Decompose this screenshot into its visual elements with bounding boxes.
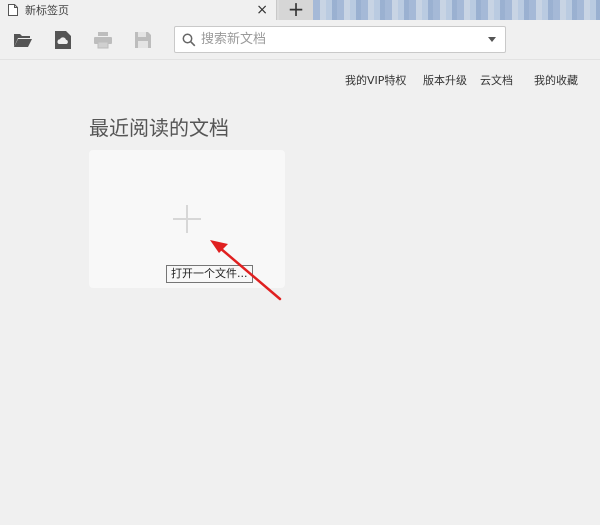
top-links: 我的VIP特权 版本升级 云文档 我的收藏 <box>0 72 600 88</box>
link-vip-privileges[interactable]: 我的VIP特权 <box>345 72 406 88</box>
blurred-background <box>313 0 600 20</box>
new-tab-button[interactable]: + <box>279 0 313 20</box>
link-version-upgrade[interactable]: 版本升级 <box>423 72 467 88</box>
search-box <box>174 26 506 53</box>
folder-open-icon <box>14 34 32 47</box>
tab-bar: 新标签页 × + <box>0 0 600 20</box>
cloud-file-button[interactable] <box>52 29 74 51</box>
document-icon <box>8 4 18 16</box>
print-button[interactable] <box>92 29 114 51</box>
close-tab-icon[interactable]: × <box>256 1 268 19</box>
save-icon <box>135 32 151 48</box>
open-file-tooltip: 打开一个文件... <box>166 265 253 283</box>
link-cloud-documents[interactable]: 云文档 <box>480 72 513 88</box>
cloud-upload-icon <box>55 31 71 49</box>
toolbar <box>0 20 600 60</box>
link-my-favorites[interactable]: 我的收藏 <box>534 72 578 88</box>
save-button[interactable] <box>132 29 154 51</box>
open-file-button[interactable] <box>12 29 34 51</box>
print-icon <box>94 32 112 49</box>
chevron-down-icon[interactable] <box>488 37 496 42</box>
search-icon <box>182 33 196 47</box>
search-input[interactable] <box>201 29 471 50</box>
tab-title: 新标签页 <box>25 4 69 17</box>
tab-new-page[interactable]: 新标签页 × <box>0 0 277 20</box>
recent-documents-title: 最近阅读的文档 <box>89 116 229 140</box>
